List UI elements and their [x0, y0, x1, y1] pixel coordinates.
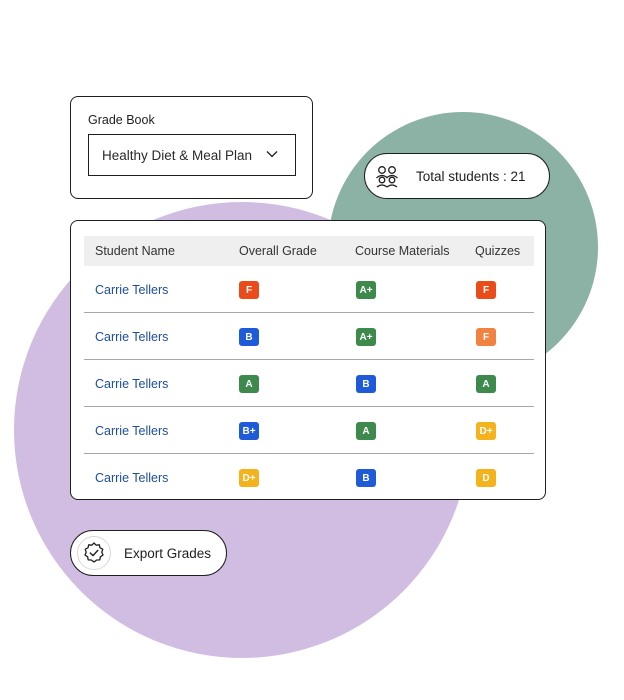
total-students-text: Total students : 21: [416, 168, 526, 184]
student-name-link[interactable]: Carrie Tellers: [95, 377, 168, 391]
quizzes-grade-badge: F: [476, 328, 496, 346]
course-select-value: Healthy Diet & Meal Plan: [102, 147, 253, 163]
student-name-link[interactable]: Carrie Tellers: [95, 471, 168, 485]
users-icon: [371, 160, 403, 192]
student-name-link[interactable]: Carrie Tellers: [95, 283, 168, 297]
student-name-link[interactable]: Carrie Tellers: [95, 424, 168, 438]
materials-grade-badge: B: [356, 375, 376, 393]
table-row: Carrie Tellers D+ B D: [84, 454, 534, 501]
table-row: Carrie Tellers F A+ F: [84, 266, 534, 313]
quizzes-grade-badge: D+: [476, 422, 496, 440]
quizzes-grade-badge: F: [476, 281, 496, 299]
gradebook-card: Grade Book Healthy Diet & Meal Plan: [70, 96, 313, 199]
header-quizzes: Quizzes: [475, 244, 521, 258]
verified-badge-icon: [77, 536, 111, 570]
table-row: Carrie Tellers A B A: [84, 360, 534, 407]
table-header: Student Name Overall Grade Course Materi…: [84, 236, 534, 266]
export-grades-button[interactable]: Export Grades: [70, 530, 227, 576]
overall-grade-badge: F: [239, 281, 259, 299]
header-student-name: Student Name: [95, 244, 175, 258]
materials-grade-badge: A+: [356, 281, 376, 299]
overall-grade-badge: B+: [239, 422, 259, 440]
total-students-pill: Total students : 21: [364, 153, 550, 199]
export-grades-label: Export Grades: [124, 545, 212, 561]
overall-grade-badge: A: [239, 375, 259, 393]
overall-grade-badge: B: [239, 328, 259, 346]
course-select[interactable]: Healthy Diet & Meal Plan: [88, 134, 296, 176]
overall-grade-badge: D+: [239, 469, 259, 487]
table-row: Carrie Tellers B A+ F: [84, 313, 534, 360]
header-course-materials: Course Materials: [355, 244, 450, 258]
materials-grade-badge: B: [356, 469, 376, 487]
table-row: Carrie Tellers B+ A D+: [84, 407, 534, 454]
materials-grade-badge: A: [356, 422, 376, 440]
grades-table-card: Student Name Overall Grade Course Materi…: [70, 220, 546, 500]
quizzes-grade-badge: A: [476, 375, 496, 393]
student-name-link[interactable]: Carrie Tellers: [95, 330, 168, 344]
chevron-down-icon: [265, 147, 279, 164]
header-overall-grade: Overall Grade: [239, 244, 317, 258]
quizzes-grade-badge: D: [476, 469, 496, 487]
gradebook-label: Grade Book: [88, 113, 155, 127]
materials-grade-badge: A+: [356, 328, 376, 346]
